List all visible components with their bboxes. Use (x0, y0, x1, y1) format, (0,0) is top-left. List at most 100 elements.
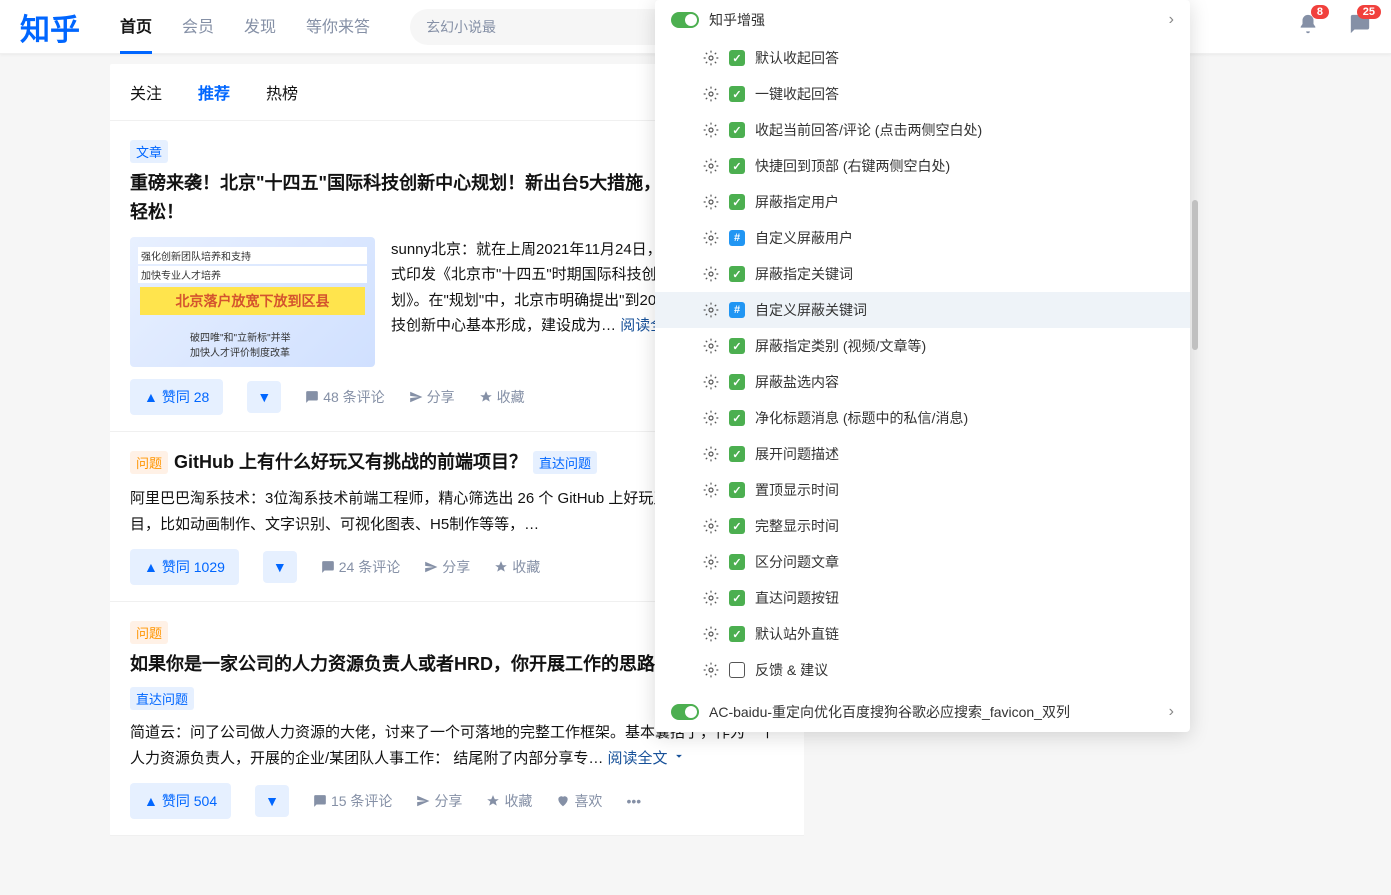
checkbox-checked-icon[interactable]: ✓ (729, 554, 745, 570)
card-title[interactable]: GitHub 上有什么好玩又有挑战的前端项目？ (174, 448, 527, 477)
favorite-button[interactable]: 收藏 (494, 557, 540, 577)
ext-option[interactable]: ✓屏蔽指定用户 (655, 184, 1190, 220)
tab-recommend[interactable]: 推荐 (198, 80, 230, 104)
checkbox-checked-icon[interactable]: ✓ (729, 158, 745, 174)
checkbox-checked-icon[interactable]: ✓ (729, 410, 745, 426)
gear-icon[interactable] (703, 302, 719, 318)
ext-option[interactable]: ✓净化标题消息 (标题中的私信/消息) (655, 400, 1190, 436)
checkbox-checked-icon[interactable]: ✓ (729, 482, 745, 498)
logo[interactable]: 知乎 (20, 5, 80, 49)
comments-button[interactable]: 15 条评论 (313, 791, 392, 811)
favorite-button[interactable]: 收藏 (479, 387, 525, 407)
checkbox-checked-icon[interactable]: ✓ (729, 194, 745, 210)
nav-tab-home[interactable]: 首页 (120, 0, 152, 54)
message-icon-wrap[interactable]: 25 (1349, 13, 1371, 40)
like-button[interactable]: 喜欢 (556, 791, 602, 811)
downvote-button[interactable]: ▼ (247, 381, 281, 413)
tab-follow[interactable]: 关注 (130, 80, 162, 104)
share-icon (409, 390, 423, 404)
ext-option[interactable]: ✓默认站外直链 (655, 616, 1190, 652)
nav-tab-vip[interactable]: 会员 (182, 0, 214, 54)
comments-button[interactable]: 24 条评论 (321, 557, 400, 577)
ext-option[interactable]: ✓区分问题文章 (655, 544, 1190, 580)
ext-option[interactable]: 反馈 & 建议 (655, 652, 1190, 688)
upvote-button[interactable]: ▲ 赞同 504 (130, 783, 231, 819)
checkbox-checked-icon[interactable]: ✓ (729, 518, 745, 534)
notification-bell[interactable]: 8 (1297, 13, 1319, 40)
share-button[interactable]: 分享 (416, 791, 462, 811)
tag-direct[interactable]: 直达问题 (533, 451, 597, 474)
gear-icon[interactable] (703, 626, 719, 642)
gear-icon[interactable] (703, 374, 719, 390)
ext-option[interactable]: # 自定义屏蔽关键词 (655, 292, 1190, 328)
toggle-switch[interactable] (671, 704, 699, 720)
ext-option-label: 置顶显示时间 (755, 480, 839, 500)
gear-icon[interactable] (703, 446, 719, 462)
checkbox-checked-icon[interactable]: ✓ (729, 338, 745, 354)
ext-group-acbaidu[interactable]: AC-baidu-重定向优化百度搜狗谷歌必应搜索_favicon_双列 › (655, 692, 1190, 732)
checkbox-checked-icon[interactable]: ✓ (729, 122, 745, 138)
card-thumbnail[interactable]: 强化创新团队培养和支持 加快专业人才培养 北京落户放宽下放到区县 破四唯"和"立… (130, 237, 375, 367)
checkbox-checked-icon[interactable]: ✓ (729, 446, 745, 462)
gear-icon[interactable] (703, 50, 719, 66)
checkbox-checked-icon[interactable]: ✓ (729, 50, 745, 66)
gear-icon[interactable] (703, 518, 719, 534)
tag-direct[interactable]: 直达问题 (130, 687, 194, 710)
gear-icon[interactable] (703, 590, 719, 606)
checkbox-checked-icon[interactable]: ✓ (729, 590, 745, 606)
gear-icon[interactable] (703, 662, 719, 678)
ext-option[interactable]: ✓收起当前回答/评论 (点击两侧空白处) (655, 112, 1190, 148)
ext-option[interactable]: ✓直达问题按钮 (655, 580, 1190, 616)
gear-icon[interactable] (703, 86, 719, 102)
gear-icon[interactable] (703, 158, 719, 174)
downvote-button[interactable]: ▼ (263, 551, 297, 583)
gear-icon[interactable] (703, 230, 719, 246)
hash-icon[interactable]: # (729, 302, 745, 318)
ext-option[interactable]: ✓屏蔽指定关键词 (655, 256, 1190, 292)
ext-option[interactable]: ✓ 置顶显示时间 (655, 472, 1190, 508)
downvote-button[interactable]: ▼ (255, 785, 289, 817)
upvote-button[interactable]: ▲ 赞同 1029 (130, 549, 239, 585)
ext-option[interactable]: ✓屏蔽指定类别 (视频/文章等) (655, 328, 1190, 364)
gear-icon[interactable] (703, 122, 719, 138)
hash-icon[interactable]: # (729, 230, 745, 246)
comments-button[interactable]: 48 条评论 (305, 387, 384, 407)
gear-icon[interactable] (703, 266, 719, 282)
more-button[interactable]: ••• (626, 793, 641, 809)
gear-icon[interactable] (703, 338, 719, 354)
gear-icon[interactable] (703, 554, 719, 570)
gear-icon[interactable] (703, 482, 719, 498)
gear-icon[interactable] (703, 410, 719, 426)
ext-option-label: 自定义屏蔽关键词 (755, 300, 867, 320)
read-more-link[interactable]: 阅读全文 (608, 750, 686, 767)
comment-icon (313, 794, 327, 808)
checkbox-checked-icon[interactable]: ✓ (729, 266, 745, 282)
ext-option[interactable]: ✓默认收起回答 (655, 40, 1190, 76)
share-icon (416, 794, 430, 808)
share-button[interactable]: 分享 (424, 557, 470, 577)
ext-option[interactable]: ✓屏蔽盐选内容 (655, 364, 1190, 400)
ext-option[interactable]: ✓ 展开问题描述 (655, 436, 1190, 472)
checkbox-checked-icon[interactable]: ✓ (729, 86, 745, 102)
toggle-switch[interactable] (671, 12, 699, 28)
ext-option-label: 展开问题描述 (755, 444, 839, 464)
scrollbar[interactable] (1192, 200, 1198, 350)
favorite-button[interactable]: 收藏 (486, 791, 532, 811)
checkbox-checked-icon[interactable]: ✓ (729, 374, 745, 390)
ext-option[interactable]: #自定义屏蔽用户 (655, 220, 1190, 256)
share-button[interactable]: 分享 (409, 387, 455, 407)
gear-icon[interactable] (703, 194, 719, 210)
ext-group-zhihu[interactable]: 知乎增强 › (655, 0, 1190, 40)
card-title[interactable]: 如果你是一家公司的人力资源负责人或者HRD，你开展工作的思路是怎样的？ (130, 650, 745, 679)
ext-option[interactable]: ✓快捷回到顶部 (右键两侧空白处) (655, 148, 1190, 184)
ext-option[interactable]: ✓完整显示时间 (655, 508, 1190, 544)
checkbox-checked-icon[interactable]: ✓ (729, 626, 745, 642)
feedback-icon[interactable] (729, 662, 745, 678)
upvote-button[interactable]: ▲ 赞同 28 (130, 379, 223, 415)
ext-option[interactable]: ✓一键收起回答 (655, 76, 1190, 112)
nav-tab-discover[interactable]: 发现 (244, 0, 276, 54)
chevron-right-icon: › (1169, 11, 1174, 29)
nav-tab-answer[interactable]: 等你来答 (306, 0, 370, 54)
tab-hot[interactable]: 热榜 (266, 80, 298, 104)
extension-popup: 知乎增强 › ✓默认收起回答✓一键收起回答✓收起当前回答/评论 (点击两侧空白处… (655, 0, 1190, 732)
